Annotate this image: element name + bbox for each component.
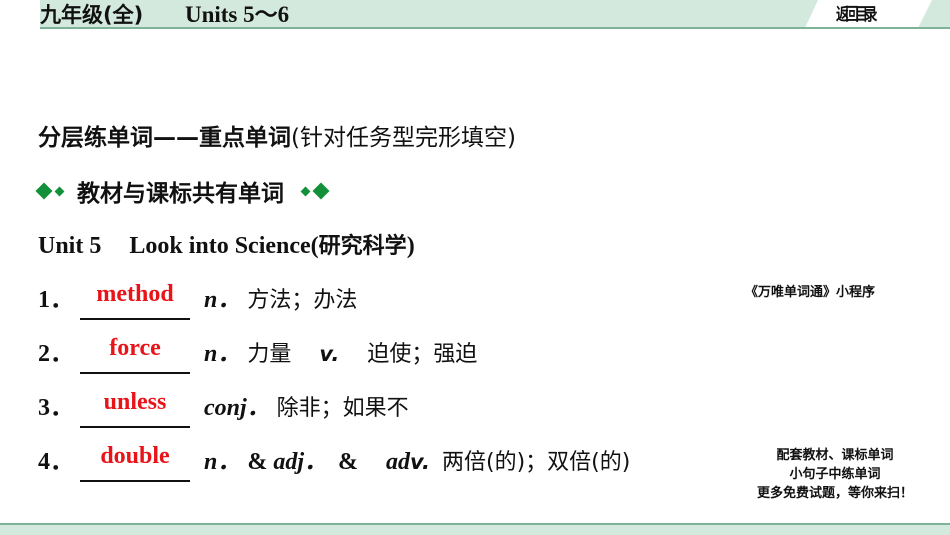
answer-text: unless [103,389,167,415]
definition: 方法；办法 [247,288,358,313]
section-title-main: 分层练单词——重点单词 [38,125,291,151]
part-of-speech: n． [204,287,242,313]
ampersand: & [338,449,359,475]
promo-line: 小句子中练单词 [789,467,881,482]
part-of-speech-adv: ad [386,449,411,475]
definition-verb: 迫使；强迫 [367,342,478,367]
section-title-note: (针对任务型完形填空) [291,125,516,151]
definition: 力量 [247,342,292,367]
definition: 除非；如果不 [276,396,409,421]
unit-label: Unit 5 [38,233,102,259]
unit-title-cn: 研究科学 [318,234,407,259]
header-title: 九年级(全) Units 5～6 [40,1,289,28]
footer-band [0,525,950,535]
vocab-item: 4． double n． & adj． & adv. 两倍(的)；双倍(的) [38,442,630,482]
part-of-speech-adv-suffix: v. [410,450,430,474]
part-of-speech: n． [204,449,242,475]
item-number: 3． [38,395,74,421]
units-label: Units 5～6 [184,2,290,27]
subsection-title: 教材与课标共有单词 [35,173,330,209]
answer-blank[interactable]: method [80,280,190,320]
promo-line: 更多免费试题，等你来扫！ [756,486,913,501]
answer-text: double [100,443,170,469]
unit-title: Look into Science( [129,233,319,259]
answer-blank[interactable]: unless [80,388,190,428]
answer-blank[interactable]: double [80,442,190,482]
diamond-decoration-right-icon [300,182,330,200]
answer-text: force [109,335,161,361]
definition: 两倍(的)；双倍(的) [442,450,631,475]
vocab-item: 2． force n． 力量 v. 迫使；强迫 [38,334,477,374]
item-number: 2． [38,341,74,367]
return-to-contents-button[interactable]: 返回目录 [836,3,877,27]
part-of-speech: n． [204,341,242,367]
part-of-speech-verb: v. [319,342,340,366]
part-of-speech: conj． [204,395,271,421]
answer-blank[interactable]: force [80,334,190,374]
item-number: 1． [38,287,74,313]
promo-line: 配套教材、课标单词 [776,448,894,463]
vocab-item: 1． method n． 方法；办法 [38,280,357,320]
subsection-title-text: 教材与课标共有单词 [77,181,284,207]
grade-label: 九年级(全) [40,3,144,27]
answer-text: method [96,281,174,307]
part-of-speech-adj: adj． [273,449,329,475]
mini-program-label: 《万唯单词通》小程序 [745,285,876,300]
section-title: 分层练单词——重点单词(针对任务型完形填空) [38,121,516,155]
unit-heading: Unit 5 Look into Science(研究科学) [38,233,415,259]
diamond-decoration-left-icon [35,182,65,200]
promo-text: 配套教材、课标单词 小句子中练单词 更多免费试题，等你来扫！ [735,446,935,503]
vocab-item: 3． unless conj． 除非；如果不 [38,388,409,428]
item-number: 4． [38,449,74,475]
ampersand: & [247,449,268,475]
header-right-band [918,0,950,28]
